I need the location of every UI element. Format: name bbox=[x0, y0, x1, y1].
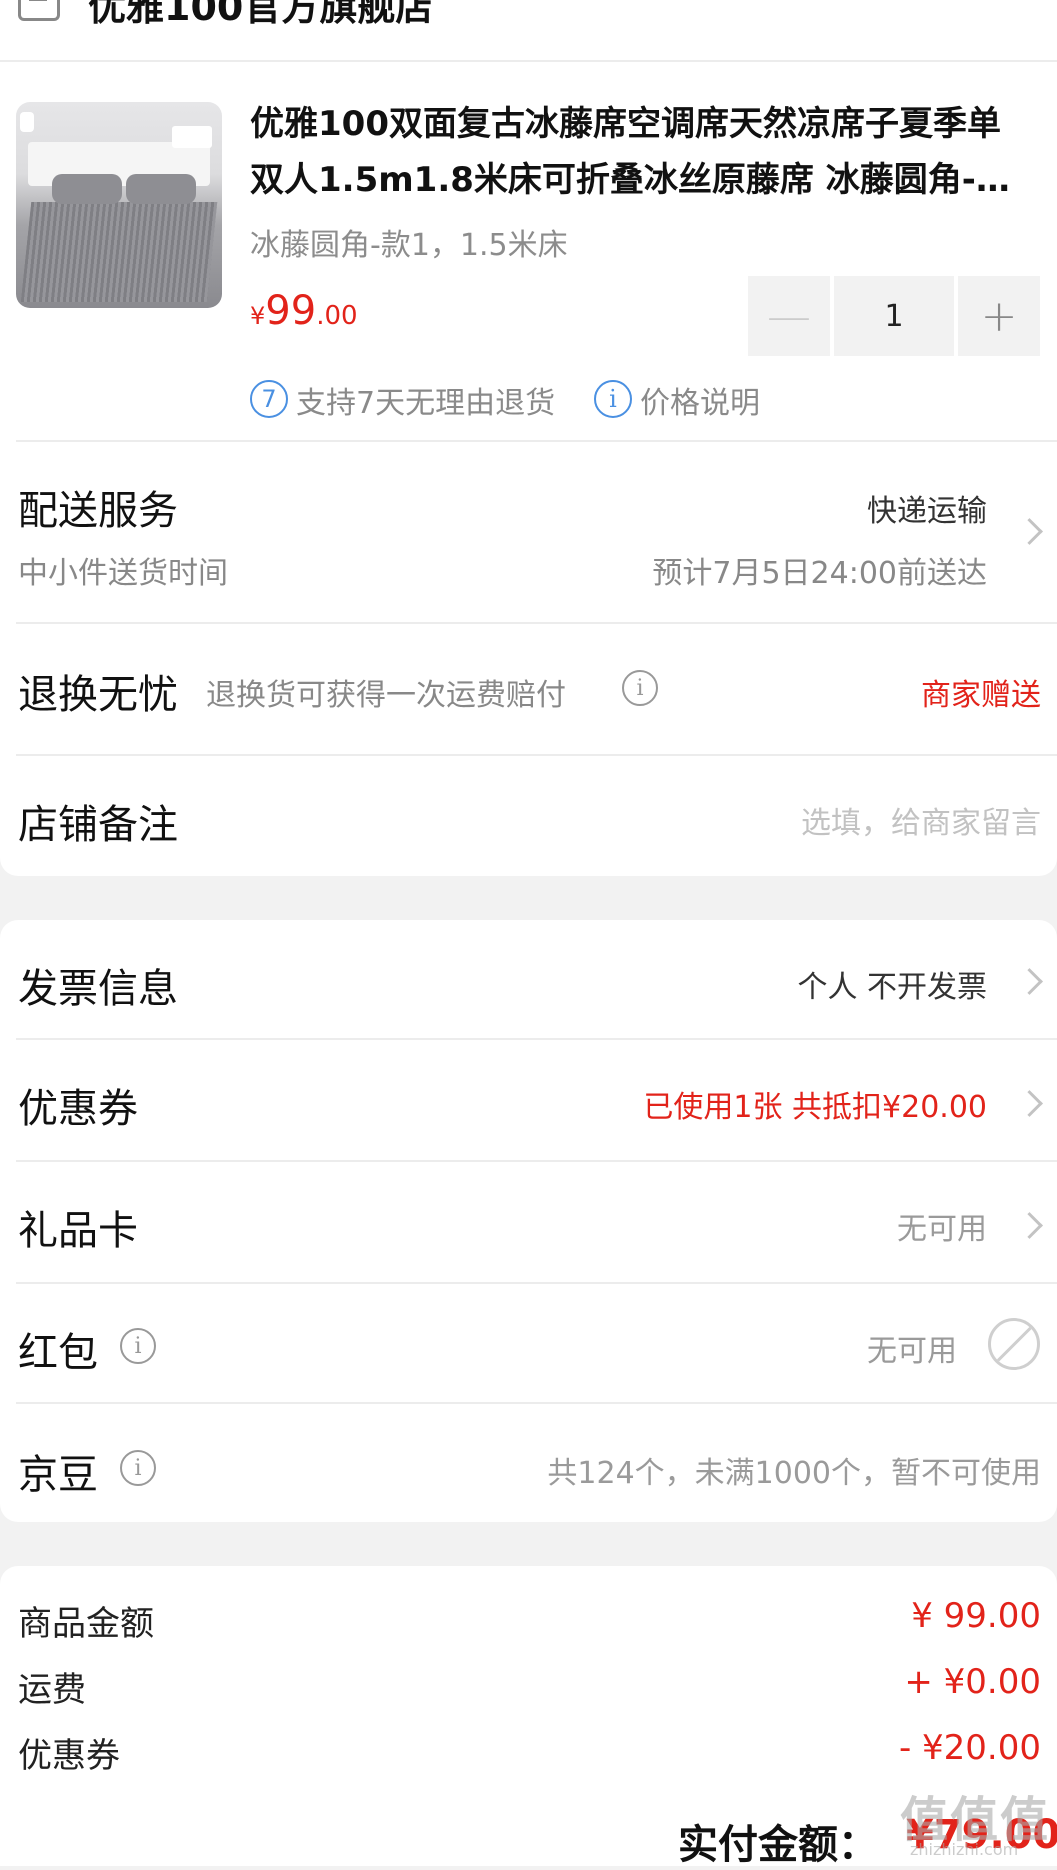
price-integer: 99 bbox=[265, 288, 317, 334]
return-worry-desc: 退换货可获得一次运费赔付 bbox=[206, 678, 566, 713]
return-policy-badge[interactable]: 支持7天无理由退货 bbox=[296, 378, 555, 422]
divider bbox=[16, 1282, 1057, 1284]
delivery-eta: 预计7月5日24:00前送达 bbox=[652, 556, 987, 591]
divider bbox=[16, 1038, 1057, 1040]
product-title[interactable]: 优雅100双面复古冰藤席空调席天然凉席子夏季单双人1.5m1.8米床可折叠冰丝原… bbox=[250, 96, 1020, 208]
store-name[interactable]: 优雅100官方旗舰店 bbox=[88, 0, 433, 31]
return-worry-label: 退换无忧 bbox=[18, 672, 178, 718]
coupon-discount-label: 优惠券 bbox=[18, 1736, 120, 1776]
note-input[interactable]: 选填，给商家留言 bbox=[801, 798, 1041, 842]
shipping-label: 运费 bbox=[18, 1670, 86, 1710]
minus-icon: — bbox=[767, 290, 811, 342]
coupon-value: 已使用1张 共抵扣¥20.00 bbox=[643, 1090, 987, 1125]
product-price: ¥99.00 bbox=[250, 288, 358, 334]
invoice-label: 发票信息 bbox=[18, 966, 178, 1012]
shipping-value: + ¥0.00 bbox=[904, 1662, 1041, 1702]
divider bbox=[16, 1402, 1057, 1404]
order-summary-card bbox=[0, 1566, 1057, 1866]
red-packet-value: 无可用 bbox=[867, 1334, 957, 1369]
unavailable-icon bbox=[988, 1318, 1040, 1370]
delivery-sub: 中小件送货时间 bbox=[18, 556, 228, 591]
info-icon[interactable]: i bbox=[622, 670, 658, 706]
invoice-value: 个人 不开发票 bbox=[797, 970, 987, 1005]
total-label: 实付金额： bbox=[678, 1822, 878, 1868]
delivery-label: 配送服务 bbox=[18, 488, 178, 534]
product-spec: 冰藤圆角-款1，1.5米床 bbox=[250, 228, 568, 263]
price-decimal: .00 bbox=[316, 301, 358, 331]
gift-card-label: 礼品卡 bbox=[18, 1208, 138, 1254]
plus-icon: + bbox=[980, 290, 1018, 342]
price-explanation-link[interactable]: 价格说明 bbox=[640, 378, 760, 422]
info-icon: i bbox=[594, 380, 632, 418]
price-currency: ¥ bbox=[250, 302, 266, 330]
increase-button[interactable]: + bbox=[958, 276, 1040, 356]
quantity-stepper: — 1 + bbox=[748, 276, 1040, 356]
quantity-input[interactable]: 1 bbox=[834, 276, 954, 356]
goods-amount-value: ¥ 99.00 bbox=[911, 1596, 1041, 1636]
return-worry-status: 商家赠送 bbox=[921, 678, 1041, 713]
decrease-button[interactable]: — bbox=[748, 276, 830, 356]
divider bbox=[16, 1160, 1057, 1162]
coupon-label: 优惠券 bbox=[18, 1086, 138, 1132]
store-icon bbox=[18, 0, 60, 21]
note-label: 店铺备注 bbox=[18, 802, 178, 848]
watermark-url: zhizhizhi.com bbox=[910, 1840, 1019, 1859]
info-icon[interactable]: i bbox=[120, 1328, 156, 1364]
product-thumbnail[interactable] bbox=[16, 102, 222, 308]
divider bbox=[0, 60, 1057, 62]
divider bbox=[16, 754, 1057, 756]
coupon-discount-value: - ¥20.00 bbox=[898, 1728, 1041, 1768]
jingdou-value: 共124个，未满1000个，暂不可使用 bbox=[547, 1456, 1041, 1491]
delivery-method: 快递运输 bbox=[867, 494, 987, 529]
chevron-right-icon bbox=[1016, 518, 1043, 545]
divider bbox=[16, 622, 1057, 624]
gift-card-value: 无可用 bbox=[897, 1212, 987, 1247]
divider bbox=[16, 440, 1057, 442]
goods-amount-label: 商品金额 bbox=[18, 1604, 154, 1644]
seven-day-return-icon: 7 bbox=[250, 380, 288, 418]
red-packet-label: 红包 bbox=[18, 1330, 98, 1376]
info-icon[interactable]: i bbox=[120, 1450, 156, 1486]
order-store-card: 优雅100官方旗舰店 优雅100双面复古冰藤席空调席天然凉席子夏季单双人1.5m… bbox=[0, 0, 1057, 876]
jingdou-label: 京豆 bbox=[18, 1452, 98, 1498]
